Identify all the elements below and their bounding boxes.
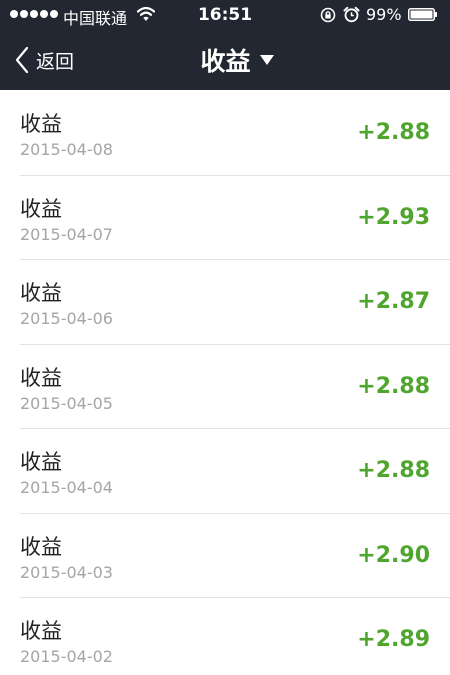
- item-amount: +2.88: [357, 120, 430, 145]
- item-title: 收益: [20, 281, 62, 305]
- list-item[interactable]: 收益 2015-04-07 +2.93: [0, 175, 450, 260]
- list-item[interactable]: 收益 2015-04-02 +2.89: [0, 597, 450, 675]
- item-title: 收益: [20, 112, 62, 136]
- list-item[interactable]: 收益 2015-04-05 +2.88: [0, 344, 450, 429]
- battery-percent: 99%: [366, 5, 402, 24]
- item-date: 2015-04-06: [20, 309, 113, 328]
- item-amount: +2.90: [357, 542, 430, 568]
- list-item-content: 收益 2015-04-02 +2.89: [20, 597, 430, 675]
- caret-down-icon: [259, 55, 274, 65]
- list-item-content: 收益 2015-04-03 +2.90: [20, 513, 430, 598]
- item-date: 2015-04-03: [20, 562, 113, 582]
- item-title: 收益: [20, 196, 62, 221]
- page-title: 收益: [200, 47, 251, 76]
- list-item-content: 收益 2015-04-05 +2.88: [20, 344, 430, 429]
- list-item[interactable]: 收益 2015-04-04 +2.88: [0, 428, 450, 514]
- earnings-list: 收益 2015-04-08 +2.88 收益 2015-04-07 +2.93 …: [0, 90, 450, 675]
- list-item-content: 收益 2015-04-08 +2.88: [20, 90, 430, 175]
- nav-bar: 返回 收益: [0, 30, 450, 90]
- list-item[interactable]: 收益 2015-04-08 +2.88: [0, 90, 450, 176]
- item-date: 2015-04-02: [20, 647, 113, 666]
- status-bar: 中国联通 16:51 99%: [0, 0, 450, 30]
- rotation-lock-icon: [320, 7, 336, 23]
- item-amount: +2.93: [357, 204, 430, 230]
- item-date: 2015-04-04: [20, 478, 113, 497]
- item-date: 2015-04-07: [20, 224, 113, 244]
- list-item-content: 收益 2015-04-06 +2.87: [20, 259, 430, 344]
- item-date: 2015-04-05: [20, 393, 113, 413]
- list-item[interactable]: 收益 2015-04-06 +2.87: [0, 259, 450, 345]
- item-title: 收益: [20, 450, 62, 474]
- alarm-icon: [343, 6, 360, 23]
- list-item-content: 收益 2015-04-07 +2.93: [20, 175, 430, 260]
- item-amount: +2.88: [357, 458, 430, 483]
- item-title: 收益: [20, 619, 62, 643]
- item-amount: +2.89: [357, 627, 430, 652]
- screen: 中国联通 16:51 99% 返回 收益 收益 2015-04-08 +2.88…: [0, 0, 450, 675]
- list-item[interactable]: 收益 2015-04-03 +2.90: [0, 513, 450, 598]
- title-dropdown[interactable]: 收益: [0, 42, 450, 78]
- list-item-content: 收益 2015-04-04 +2.88: [20, 428, 430, 513]
- battery-icon: [408, 8, 437, 21]
- item-amount: +2.87: [357, 289, 430, 314]
- item-date: 2015-04-08: [20, 140, 113, 159]
- item-title: 收益: [20, 365, 62, 390]
- top-bar: 中国联通 16:51 99% 返回 收益: [0, 0, 450, 90]
- item-title: 收益: [20, 534, 62, 559]
- item-amount: +2.88: [357, 373, 430, 399]
